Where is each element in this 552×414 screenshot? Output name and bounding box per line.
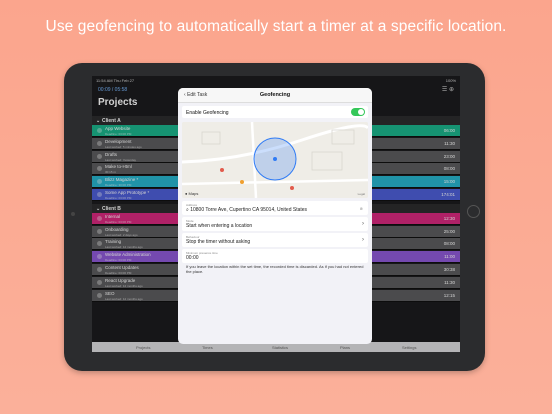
- enable-geofencing-toggle[interactable]: [351, 108, 365, 116]
- geofencing-modal: ‹ Edit Task Geofencing Enable Geofencing…: [178, 88, 372, 344]
- minimum-presence-field[interactable]: Minimum presence time 00:00: [182, 249, 368, 263]
- camera-icon: [71, 212, 75, 216]
- headline: Use geofencing to automatically start a …: [45, 18, 507, 35]
- map-graphic: [182, 122, 368, 198]
- mode-value: Start when entering a location: [186, 223, 253, 229]
- enable-geofencing-label: Enable Geofencing: [186, 109, 229, 116]
- map-view[interactable]: ● Maps Legal: [182, 122, 368, 198]
- modal-navbar: ‹ Edit Task Geofencing: [178, 88, 372, 103]
- enable-geofencing-row: Enable Geofencing: [182, 106, 368, 118]
- behaviour-caption: Behaviour: [186, 234, 200, 239]
- search-icon: ⌕: [186, 207, 189, 213]
- modal-title: Geofencing: [259, 92, 291, 98]
- behaviour-field[interactable]: Behaviour Stop the timer without asking …: [182, 233, 368, 247]
- clear-icon[interactable]: ⊗: [360, 206, 363, 211]
- toggle-knob: [358, 109, 364, 115]
- geofencing-note: If you leave the location within the set…: [186, 264, 364, 274]
- min-time-value: 00:00: [186, 255, 199, 261]
- min-time-caption: Minimum presence time: [186, 250, 218, 255]
- legal-link[interactable]: Legal: [358, 192, 365, 196]
- chevron-right-icon: ›: [362, 237, 364, 243]
- address-value: ⌕ 10800 Torre Ave, Cupertino CA 95014, U…: [186, 207, 308, 213]
- chevron-right-icon: ›: [362, 221, 364, 227]
- address-field[interactable]: Address ⌕ 10800 Torre Ave, Cupertino CA …: [182, 201, 368, 215]
- mode-caption: Mode: [186, 218, 194, 223]
- mode-field[interactable]: Mode Start when entering a location ›: [182, 217, 368, 231]
- home-button[interactable]: [467, 205, 480, 218]
- address-caption: Address: [186, 202, 198, 207]
- maps-attribution: ● Maps: [185, 191, 199, 196]
- behaviour-value: Stop the timer without asking: [186, 239, 251, 245]
